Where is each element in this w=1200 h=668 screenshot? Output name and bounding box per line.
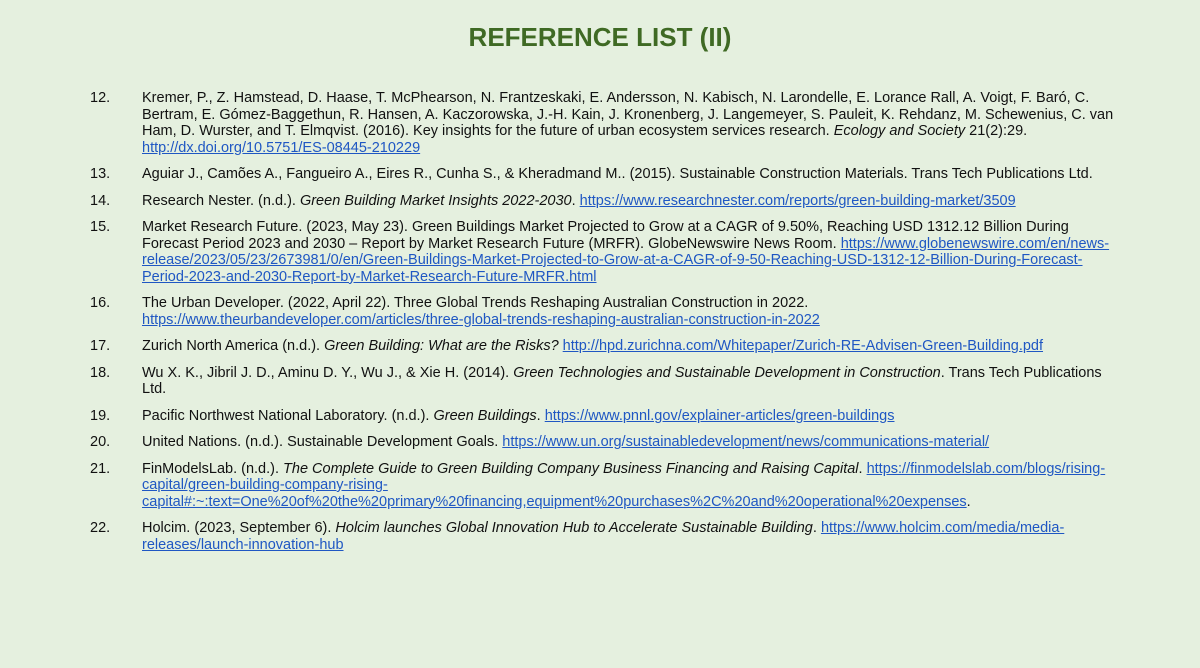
reference-item: 18. Wu X. K., Jibril J. D., Aminu D. Y.,… [90, 365, 1120, 398]
reference-number: 13. [90, 166, 111, 182]
reference-number: 14. [90, 192, 111, 209]
reference-item: 19. Pacific Northwest National Laborator… [90, 408, 1120, 425]
reference-number: 22. [90, 520, 111, 536]
reference-details: . [536, 407, 545, 424]
reference-journal: The Complete Guide to Green Building Com… [283, 460, 859, 477]
reference-text: Research Nester. (n.d.). Green Building … [142, 193, 1120, 210]
reference-authors-title: United Nations. (n.d.). Sustainable Deve… [142, 434, 503, 450]
reference-text: United Nations. (n.d.). Sustainable Deve… [142, 434, 1120, 451]
reference-item: 22. Holcim. (2023, September 6). Holcim … [90, 520, 1120, 553]
reference-journal: Ecology and Society [833, 123, 966, 139]
reference-authors-title: Research Nester. (n.d.). [142, 192, 300, 209]
reference-details: . [812, 520, 821, 536]
reference-number: 12. [90, 90, 111, 106]
reference-item: 17. Zurich North America (n.d.). Green B… [90, 338, 1120, 355]
reference-item: 12. Kremer, P., Z. Hamstead, D. Haase, T… [90, 90, 1120, 156]
reference-text: Zurich North America (n.d.). Green Build… [142, 338, 1120, 355]
reference-text: Aguiar J., Camões A., Fangueiro A., Eire… [142, 166, 1120, 183]
reference-tail: . [966, 493, 971, 510]
reference-details: . [571, 192, 580, 209]
reference-item: 13. Aguiar J., Camões A., Fangueiro A., … [90, 166, 1120, 183]
reference-link[interactable]: https://www.theurbandeveloper.com/articl… [142, 312, 820, 328]
reference-number: 17. [90, 338, 111, 354]
reference-link[interactable]: https://www.pnnl.gov/explainer-articles/… [545, 408, 895, 424]
reference-item: 20. United Nations. (n.d.). Sustainable … [90, 434, 1120, 451]
reference-authors-title: FinModelsLab. (n.d.). [142, 460, 284, 477]
reference-details: 21(2):29. [965, 123, 1028, 139]
reference-number: 18. [90, 364, 111, 381]
reference-authors-title: The Urban Developer. (2022, April 22). T… [142, 295, 809, 311]
reference-journal: Green Technologies and Sustainable Devel… [513, 364, 941, 381]
reference-text: Holcim. (2023, September 6). Holcim laun… [142, 520, 1120, 553]
reference-text: Kremer, P., Z. Hamstead, D. Haase, T. Mc… [142, 90, 1120, 156]
page-title: REFERENCE LIST (II) [468, 22, 732, 52]
reference-item: 21. FinModelsLab. (n.d.). The Complete G… [90, 461, 1120, 511]
reference-item: 16. The Urban Developer. (2022, April 22… [90, 295, 1120, 328]
reference-details: . [858, 460, 867, 477]
reference-authors-title: Aguiar J., Camões A., Fangueiro A., Eire… [142, 166, 1093, 182]
reference-item: 15. Market Research Future. (2023, May 2… [90, 219, 1120, 285]
reference-authors-title: Zurich North America (n.d.). [142, 338, 325, 354]
reference-authors-title: Pacific Northwest National Laboratory. (… [142, 407, 434, 424]
reference-text: Pacific Northwest National Laboratory. (… [142, 408, 1120, 425]
reference-authors-title: Holcim. (2023, September 6). [142, 520, 336, 536]
reference-journal: Green Building: What are the Risks? [324, 338, 559, 354]
reference-number: 19. [90, 407, 111, 424]
reference-number: 20. [90, 434, 111, 450]
reference-link[interactable]: http://hpd.zurichna.com/Whitepaper/Zuric… [563, 338, 1043, 354]
reference-authors-title: Wu X. K., Jibril J. D., Aminu D. Y., Wu … [142, 364, 514, 381]
reference-number: 15. [90, 219, 111, 235]
reference-journal: Holcim launches Global Innovation Hub to… [335, 520, 813, 536]
reference-number: 16. [90, 295, 111, 311]
reference-text: The Urban Developer. (2022, April 22). T… [142, 295, 1120, 328]
reference-text: Market Research Future. (2023, May 23). … [142, 219, 1120, 285]
reference-text: FinModelsLab. (n.d.). The Complete Guide… [142, 461, 1120, 511]
reference-journal: Green Buildings [433, 407, 537, 424]
reference-link[interactable]: https://www.un.org/sustainabledevelopmen… [502, 434, 989, 450]
reference-link[interactable]: https://www.researchnester.com/reports/g… [580, 193, 1016, 209]
reference-item: 14. Research Nester. (n.d.). Green Build… [90, 193, 1120, 210]
reference-list: 12. Kremer, P., Z. Hamstead, D. Haase, T… [90, 90, 1120, 563]
reference-link[interactable]: http://dx.doi.org/10.5751/ES-08445-21022… [142, 140, 420, 156]
reference-journal: Green Building Market Insights 2022-2030 [299, 192, 572, 209]
reference-text: Wu X. K., Jibril J. D., Aminu D. Y., Wu … [142, 365, 1120, 398]
reference-number: 21. [90, 460, 111, 477]
